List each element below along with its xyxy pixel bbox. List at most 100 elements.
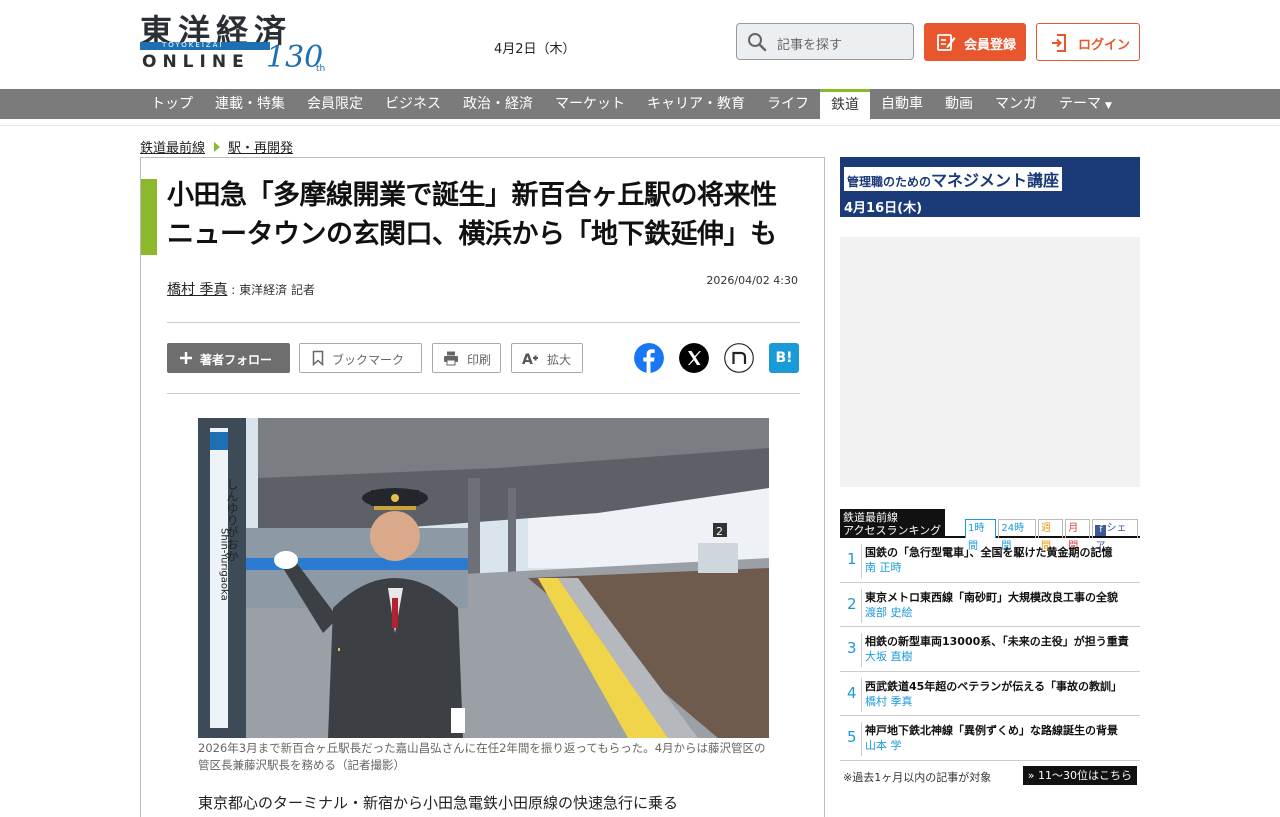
- photo-caption: 2026年3月まで新百合ヶ丘駅長だった嘉山昌弘さんに在任2年間を振り返ってもらっ…: [198, 741, 766, 772]
- ranking-item[interactable]: 1 国鉄の「急行型電車」、全国を駆けた黄金期の記憶 南 正時: [840, 538, 1140, 583]
- ranking-item-author[interactable]: 橋村 季真: [865, 693, 913, 709]
- zoom-button[interactable]: A 拡大: [511, 343, 583, 373]
- nav-item-life[interactable]: ライフ: [756, 89, 820, 119]
- ranking-item-author[interactable]: 山本 学: [865, 737, 902, 753]
- divider: [167, 322, 800, 323]
- ranking-more-link[interactable]: » 11～30位はこちら: [1022, 765, 1137, 785]
- pencil-icon: [937, 34, 956, 51]
- facebook-share-icon[interactable]: [634, 343, 664, 373]
- article-body-start: 東京都心のターミナル・新宿から小田急電鉄小田原線の快速急行に乗る: [198, 794, 679, 812]
- nav-item-video[interactable]: 動画: [934, 89, 984, 119]
- ad-placeholder: [840, 237, 1140, 487]
- nav-item-series[interactable]: 連載・特集: [204, 89, 296, 119]
- divider: [861, 722, 862, 757]
- divider: [861, 677, 862, 712]
- printer-icon: [444, 351, 458, 366]
- nav-item-career[interactable]: キャリア・教育: [636, 89, 756, 119]
- note-share-icon[interactable]: [724, 343, 754, 373]
- author-link[interactable]: 橋村 季真: [167, 282, 227, 298]
- ad-title: 管理職のためのマネジメント講座: [844, 167, 1063, 191]
- breadcrumb-railway-frontline[interactable]: 鉄道最前線: [140, 137, 205, 156]
- triangle-right-icon: [214, 141, 221, 152]
- logo-online: ONLINE: [142, 52, 250, 72]
- article-title: 小田急「多摩線開業で誕生」新百合ヶ丘駅の将来性 ニュータウンの玄関口、横浜から「…: [167, 176, 817, 254]
- search-icon: [748, 33, 767, 52]
- plus-icon: [180, 352, 192, 364]
- member-register-label: 会員登録: [964, 38, 1017, 53]
- logo-sub: TOYOKEIZAI: [162, 41, 224, 49]
- ranking-note: ※過去1ヶ月以内の記事が対象: [843, 770, 992, 784]
- x-share-icon[interactable]: [679, 343, 709, 373]
- ad-title-prefix: 管理職のための: [847, 175, 932, 189]
- nav-item-market[interactable]: マーケット: [544, 89, 636, 119]
- ad-title-main: マネジメント講座: [931, 171, 1060, 190]
- follow-author-label: 著者フォロー: [200, 353, 273, 367]
- nav-item-automobile[interactable]: 自動車: [870, 89, 934, 119]
- ranking-item-title[interactable]: 相鉄の新型車両13000系、「未来の主役」が担う重責: [865, 633, 1129, 649]
- ranking-item-author[interactable]: 大坂 直樹: [865, 648, 913, 664]
- hatena-bookmark-share-icon[interactable]: B!: [769, 343, 799, 373]
- login-icon: [1052, 34, 1066, 52]
- print-button[interactable]: 印刷: [432, 343, 501, 373]
- ranking-tab-share[interactable]: f シェア: [1092, 519, 1138, 552]
- bookmark-icon: [312, 350, 324, 366]
- nav-item-top[interactable]: トップ: [140, 89, 204, 119]
- follow-author-button[interactable]: 著者フォロー: [167, 343, 290, 373]
- logo-bar: TOYOKEIZAI: [140, 41, 270, 50]
- ranking-item-title[interactable]: 西武鉄道45年超のベテランが伝える「事故の教訓」: [865, 678, 1122, 694]
- site-logo[interactable]: 東洋経済 TOYOKEIZAI ONLINE 130 th: [140, 6, 332, 78]
- photo-sign-kana: しんゆりがおか: [225, 478, 239, 562]
- logo-anniversary-suffix: th: [316, 64, 326, 74]
- ranking-item[interactable]: 3 相鉄の新型車両13000系、「未来の主役」が担う重責 大坂 直樹: [840, 627, 1140, 672]
- management-course-ad[interactable]: 管理職のためのマネジメント講座 4月16日(木): [840, 157, 1140, 217]
- ranking-item-title[interactable]: 神戸地下鉄北神線「異例ずくめ」な路線誕生の背景: [865, 722, 1118, 738]
- article-photo[interactable]: Shin-Yurigaoka しんゆりがおか 2: [198, 418, 769, 738]
- print-label: 印刷: [467, 353, 492, 367]
- article-title-line2: ニュータウンの玄関口、横浜から「地下鉄延伸」も: [167, 219, 777, 250]
- ranking-number: 1: [847, 550, 857, 568]
- ranking-item[interactable]: 5 神戸地下鉄北神線「異例ずくめ」な路線誕生の背景 山本 学: [840, 716, 1140, 761]
- divider: [167, 393, 800, 394]
- breadcrumb-station-redevelopment[interactable]: 駅・再開発: [228, 137, 293, 156]
- ranking-tab-24h[interactable]: 24時間: [998, 519, 1036, 552]
- ranking-tab-monthly[interactable]: 月間: [1065, 519, 1091, 552]
- nav-item-members[interactable]: 会員限定: [296, 89, 374, 119]
- bookmark-label: ブックマーク: [332, 353, 405, 367]
- nav-item-railway[interactable]: 鉄道: [820, 89, 870, 119]
- ranking-list: 1 国鉄の「急行型電車」、全国を駆けた黄金期の記憶 南 正時 2 東京メトロ東西…: [840, 538, 1140, 761]
- search-placeholder: 記事を探す: [777, 38, 843, 53]
- publish-date: 2026/04/02 4:30: [706, 274, 798, 287]
- breadcrumb: 鉄道最前線 駅・再開発: [140, 137, 293, 156]
- login-button[interactable]: ログイン: [1036, 23, 1140, 61]
- ranking-item-author[interactable]: 渡部 史絵: [865, 604, 913, 620]
- nav-item-theme[interactable]: テーマ ▼: [1048, 89, 1123, 119]
- ranking-item-author[interactable]: 南 正時: [865, 559, 902, 575]
- ranking-item-title[interactable]: 東京メトロ東西線「南砂町」大規模改良工事の全貌: [865, 589, 1118, 605]
- main-nav: トップ 連載・特集 会員限定 ビジネス 政治・経済 マーケット キャリア・教育 …: [0, 89, 1280, 119]
- ranking-title: 鉄道最前線 アクセスランキング: [840, 509, 945, 538]
- member-register-button[interactable]: 会員登録: [924, 23, 1026, 61]
- search-box[interactable]: 記事を探す: [736, 23, 914, 60]
- ranking-number: 3: [847, 639, 857, 658]
- caret-down-icon: ▼: [1105, 101, 1112, 111]
- author-role: : 東洋経済 記者: [231, 283, 315, 297]
- access-ranking: 鉄道最前線 アクセスランキング 1時間 24時間 週間 月間 f シェア 1 国鉄…: [840, 509, 1140, 791]
- zoom-label: 拡大: [547, 353, 572, 367]
- ranking-number: 2: [847, 594, 857, 613]
- bookmark-button[interactable]: ブックマーク: [299, 343, 422, 373]
- divider: [861, 544, 862, 578]
- ranking-header: 鉄道最前線 アクセスランキング 1時間 24時間 週間 月間 f シェア: [840, 509, 1140, 552]
- ad-date: 4月16日(木): [844, 201, 923, 216]
- ranking-title-line2: アクセスランキング: [843, 524, 942, 537]
- ranking-item-title[interactable]: 国鉄の「急行型電車」、全国を駆けた黄金期の記憶: [865, 544, 1113, 560]
- nav-item-business[interactable]: ビジネス: [374, 89, 452, 119]
- article-title-line1: 小田急「多摩線開業で誕生」新百合ヶ丘駅の将来性: [167, 180, 777, 211]
- ranking-tab-1h[interactable]: 1時間: [965, 519, 997, 552]
- ranking-tab-weekly[interactable]: 週間: [1037, 519, 1064, 552]
- nav-item-politics-economy[interactable]: 政治・経済: [452, 89, 544, 119]
- nav-item-manga[interactable]: マンガ: [984, 89, 1048, 119]
- nav-divider: [0, 125, 1280, 126]
- ranking-item[interactable]: 2 東京メトロ東西線「南砂町」大規模改良工事の全貌 渡部 史絵: [840, 583, 1140, 628]
- ranking-item[interactable]: 4 西武鉄道45年超のベテランが伝える「事故の教訓」 橋村 季真: [840, 672, 1140, 717]
- ranking-title-line1: 鉄道最前線: [843, 511, 898, 524]
